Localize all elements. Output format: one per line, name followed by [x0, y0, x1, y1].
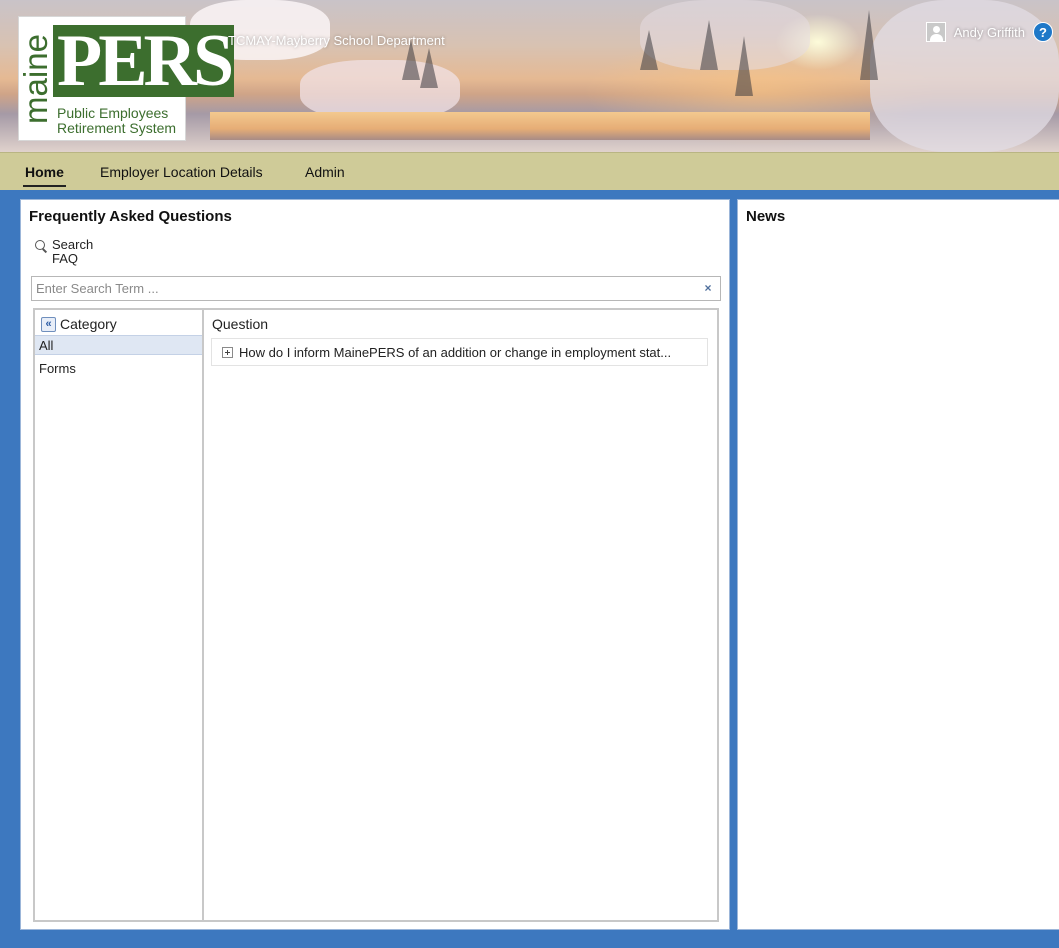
main-navigation: Home Employer Location Details Admin: [0, 152, 1059, 190]
mainepers-logo[interactable]: maine PERS Public Employees Retirement S…: [17, 16, 234, 141]
category-column: « Category All Forms: [35, 310, 204, 920]
expand-icon[interactable]: [222, 346, 233, 358]
clear-search-icon[interactable]: ×: [701, 281, 715, 295]
help-icon[interactable]: ?: [1033, 22, 1053, 42]
logo-pers-text: PERS: [53, 24, 234, 98]
news-panel: News: [737, 199, 1059, 930]
pine-tree-decoration: [640, 30, 658, 70]
tab-home[interactable]: Home: [23, 164, 66, 187]
news-title: News: [746, 208, 786, 225]
question-row[interactable]: How do I inform MainePERS of an addition…: [211, 338, 708, 366]
content-area: Frequently Asked Questions Search FAQ × …: [0, 190, 1059, 948]
search-faq-link[interactable]: Search FAQ: [34, 238, 112, 266]
logo-maine-text: maine: [17, 34, 55, 124]
tab-employer-location-details[interactable]: Employer Location Details: [100, 164, 263, 180]
category-header: « Category: [41, 316, 117, 332]
collapse-categories-icon[interactable]: «: [41, 316, 56, 332]
search-faq-label: Search FAQ: [52, 237, 94, 266]
logo-line-2: Retirement System: [57, 120, 177, 136]
tab-admin[interactable]: Admin: [305, 164, 345, 180]
question-column: Question How do I inform MainePERS of an…: [206, 310, 717, 920]
snowy-tree-decoration: [640, 0, 810, 70]
pine-tree-decoration: [735, 36, 753, 96]
pine-tree-decoration: [420, 48, 438, 88]
pine-tree-decoration: [700, 20, 718, 70]
pine-tree-decoration: [860, 10, 878, 80]
faq-search-input[interactable]: [32, 277, 692, 300]
faq-browser: « Category All Forms Question How do I i…: [33, 308, 719, 922]
search-icon: [34, 239, 48, 253]
question-header: Question: [212, 316, 269, 332]
sunset-band-decoration: [210, 112, 870, 140]
user-avatar-icon: [925, 22, 946, 42]
category-item-all[interactable]: All: [35, 335, 202, 355]
user-name[interactable]: Andy Griffith: [954, 25, 1025, 40]
logo-line-1: Public Employees: [57, 105, 169, 121]
category-header-label: Category: [60, 316, 117, 332]
faq-panel: Frequently Asked Questions Search FAQ × …: [20, 199, 730, 930]
question-text: How do I inform MainePERS of an addition…: [239, 344, 672, 360]
faq-title: Frequently Asked Questions: [29, 208, 232, 225]
header-banner: maine PERS Public Employees Retirement S…: [0, 0, 1059, 152]
user-menu[interactable]: Andy Griffith ?: [925, 22, 1053, 42]
organization-name: TCMAY-Mayberry School Department: [228, 33, 445, 48]
category-item-forms[interactable]: Forms: [35, 359, 202, 379]
faq-search-box: ×: [31, 276, 721, 301]
